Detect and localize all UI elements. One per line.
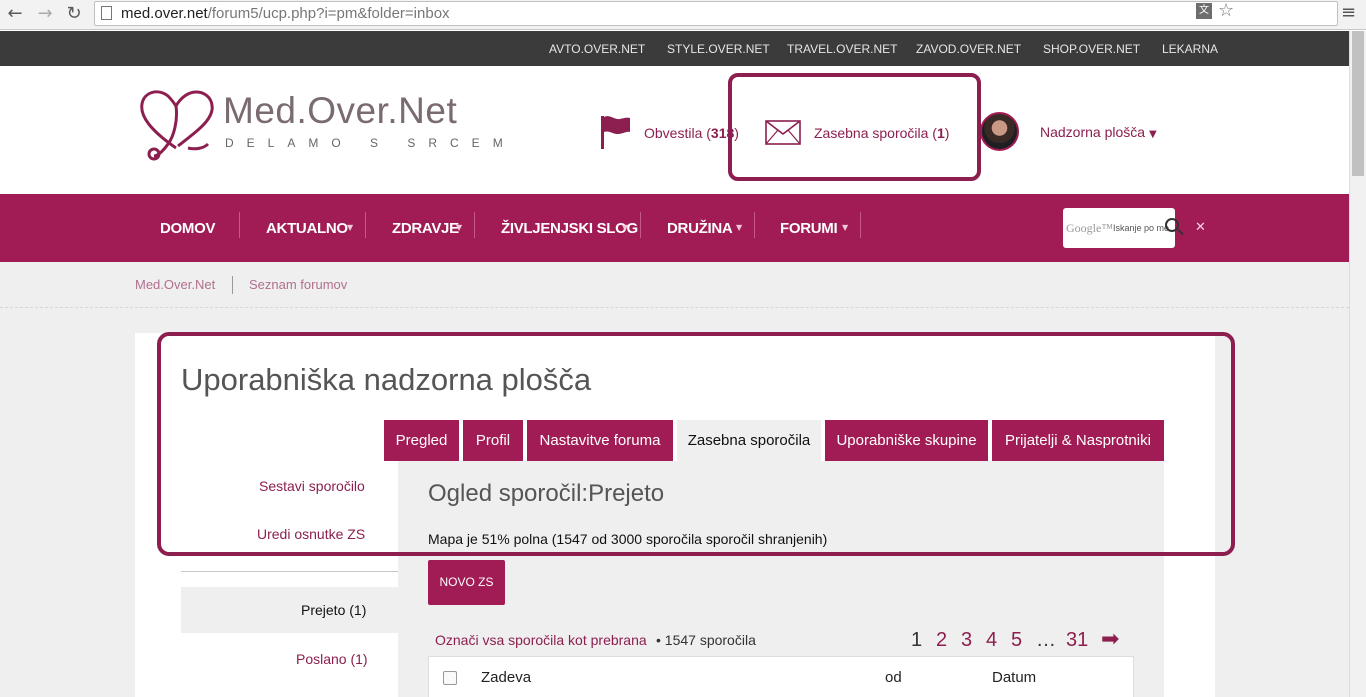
forward-icon[interactable]: → [34, 3, 56, 25]
sidebar-item-inbox[interactable]: Prejeto (1) [181, 587, 398, 633]
message-count: • 1547 sporočila [656, 632, 756, 648]
new-pm-button[interactable]: NOVO ZS [428, 560, 505, 605]
network-link-avto[interactable]: AVTO.OVER.NET [549, 42, 645, 56]
column-from[interactable]: od [885, 669, 902, 686]
messages-table-header: Zadeva od Datum [428, 656, 1134, 697]
url-path: /forum5/ucp.php?i=pm&folder=inbox [207, 5, 450, 22]
network-bar: AVTO.OVER.NET STYLE.OVER.NET TRAVEL.OVER… [0, 31, 1349, 66]
search-icon[interactable] [1165, 218, 1179, 232]
sidebar-item-inbox-label: Prejeto (1) [301, 602, 367, 618]
translate-icon[interactable]: 文 [1196, 3, 1212, 19]
nav-forumi[interactable]: FORUMI [780, 220, 838, 237]
heart-stethoscope-icon [140, 90, 214, 161]
dashboard-label: Nadzorna plošča [1040, 124, 1146, 140]
site-logo[interactable]: Med.Over.Net DELAMO S SRCEM [138, 86, 503, 162]
dashboard-link[interactable]: Nadzorna plošča ▼ [1040, 124, 1157, 140]
scrollbar[interactable] [1349, 31, 1366, 697]
column-subject[interactable]: Zadeva [481, 669, 531, 686]
logo-name: Med.Over.Net [223, 90, 458, 131]
select-all-checkbox[interactable] [443, 671, 457, 685]
highlight-outline-pm [728, 73, 981, 181]
network-link-travel[interactable]: TRAVEL.OVER.NET [787, 42, 897, 56]
chevron-down-icon: ▼ [1148, 129, 1157, 140]
address-text[interactable]: med.over.net/forum5/ucp.php?i=pm&folder=… [121, 5, 450, 22]
back-icon[interactable]: ← [4, 3, 26, 25]
page-number[interactable]: 3 [961, 629, 972, 652]
nav-divider [474, 212, 475, 238]
chevron-down-icon: ▼ [622, 223, 629, 232]
page-number[interactable]: 2 [936, 629, 947, 652]
google-label: Google™ [1066, 221, 1114, 235]
notifications-label: Obvestila ( [644, 125, 711, 141]
breadcrumb-divider [0, 307, 1349, 308]
page-icon [101, 6, 112, 20]
highlight-outline-panel [157, 332, 1235, 556]
browser-toolbar: ← → ↻ med.over.net/forum5/ucp.php?i=pm&f… [0, 0, 1366, 30]
breadcrumb-separator [232, 276, 233, 294]
sidebar-divider [181, 571, 398, 572]
nav-zdravje[interactable]: ZDRAVJE [392, 220, 459, 237]
page-number[interactable]: 4 [986, 629, 997, 652]
nav-divider [860, 212, 861, 238]
nav-druzina[interactable]: DRUŽINA [667, 220, 733, 237]
network-link-shop[interactable]: SHOP.OVER.NET [1043, 42, 1140, 56]
chevron-down-icon: ▼ [842, 223, 849, 232]
nav-divider [754, 212, 755, 238]
search-input[interactable]: Google™ Iskanje po me [1063, 208, 1175, 248]
nav-zivljenjski-slog[interactable]: ŽIVLJENJSKI SLOG [501, 220, 638, 237]
reload-icon[interactable]: ↻ [63, 3, 85, 25]
close-icon[interactable]: ✕ [1195, 220, 1206, 235]
network-link-lekarna[interactable]: LEKARNA [1162, 42, 1218, 56]
nav-divider [365, 212, 366, 238]
browser-menu-icon[interactable]: ≡ [1341, 2, 1356, 23]
breadcrumb-home[interactable]: Med.Over.Net [135, 277, 215, 292]
column-date[interactable]: Datum [992, 669, 1036, 686]
avatar[interactable] [980, 112, 1019, 151]
sidebar-item-sent[interactable]: Poslano (1) [296, 651, 368, 667]
nav-domov[interactable]: DOMOV [160, 220, 215, 237]
breadcrumb-forum-list[interactable]: Seznam forumov [249, 277, 347, 292]
chevron-down-icon: ▼ [736, 223, 743, 232]
address-bar[interactable]: med.over.net/forum5/ucp.php?i=pm&folder=… [94, 1, 1338, 26]
bookmark-star-icon[interactable]: ☆ [1218, 0, 1234, 21]
network-link-style[interactable]: STYLE.OVER.NET [667, 42, 770, 56]
nav-divider [239, 212, 240, 238]
flag-icon[interactable] [600, 114, 634, 150]
chevron-down-icon: ▼ [347, 223, 354, 232]
nav-aktualno[interactable]: AKTUALNO [266, 220, 348, 237]
scrollbar-thumb[interactable] [1352, 31, 1364, 176]
logo-tagline: DELAMO S SRCEM [225, 136, 516, 150]
page-ellipsis: … [1036, 629, 1056, 651]
notifications-link[interactable]: Obvestila (318) [644, 125, 739, 141]
network-link-zavod[interactable]: ZAVOD.OVER.NET [916, 42, 1021, 56]
page-number[interactable]: 5 [1011, 629, 1022, 652]
page-number-current: 1 [911, 629, 923, 651]
mark-all-read-link[interactable]: Označi vsa sporočila kot prebrana [435, 632, 647, 648]
url-host: med.over.net [121, 5, 208, 22]
search-placeholder: Iskanje po me [1113, 223, 1170, 233]
nav-divider [640, 212, 641, 238]
chevron-down-icon: ▼ [456, 223, 463, 232]
page-number-last[interactable]: 31 [1066, 629, 1088, 652]
next-page-arrow-icon[interactable]: ➡ [1101, 627, 1119, 652]
